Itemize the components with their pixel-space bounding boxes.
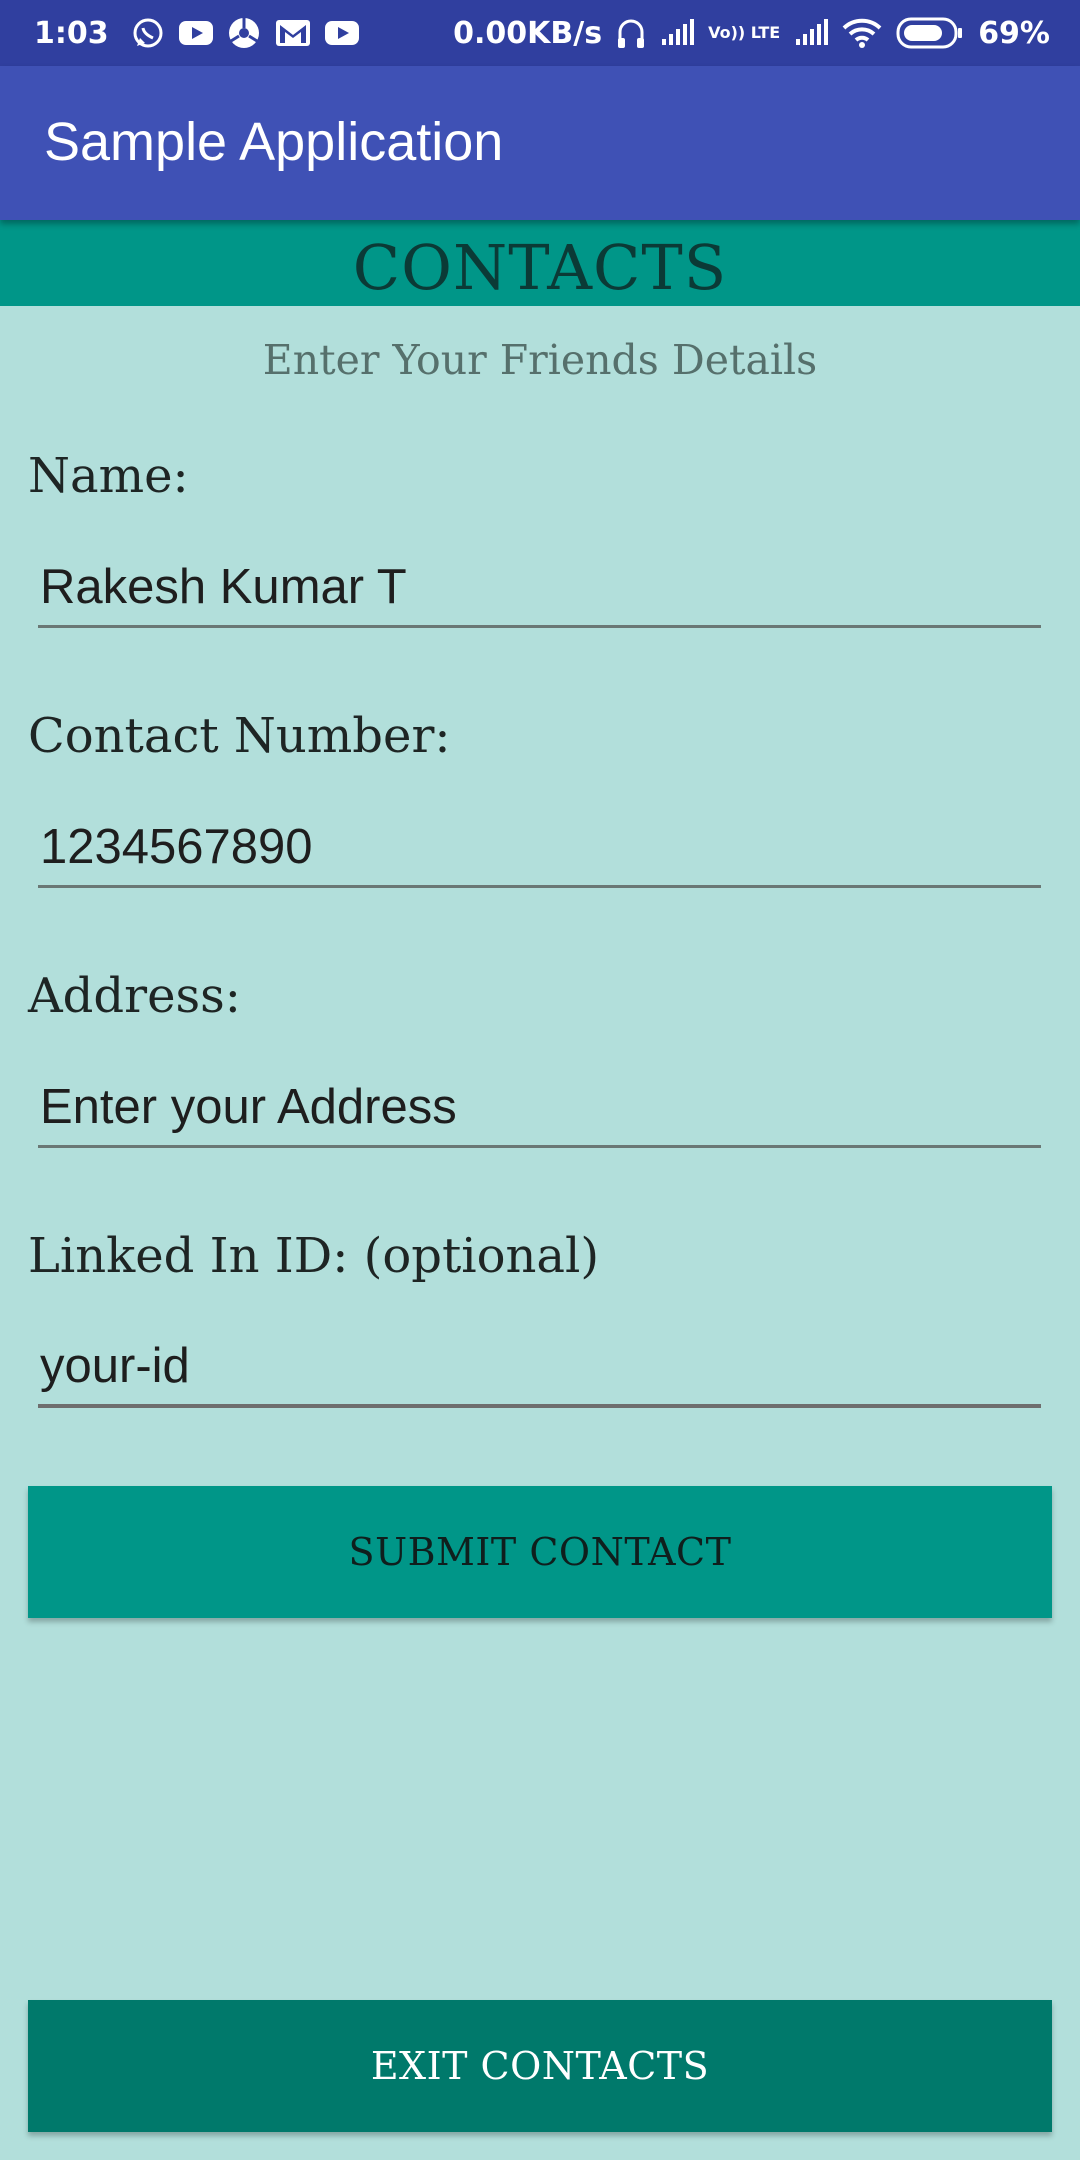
gmail-icon — [275, 19, 311, 47]
chrome-icon — [227, 16, 261, 50]
address-field[interactable] — [38, 1068, 1041, 1148]
status-bar: 1:03 0.00KB/s Vo)) LTE 69% — [0, 0, 1080, 66]
page-title: CONTACTS — [352, 230, 728, 304]
exit-contacts-button[interactable]: EXIT CONTACTS — [28, 2000, 1052, 2132]
contacts-header: CONTACTS — [0, 220, 1080, 306]
youtube-icon — [178, 21, 213, 45]
headphones-icon — [616, 16, 646, 50]
signal-icon — [794, 19, 829, 47]
network-speed: 0.00KB/s — [453, 15, 603, 51]
volte-icon: Vo)) LTE — [708, 23, 781, 42]
whatsapp-icon — [131, 16, 165, 50]
submit-contact-button[interactable]: SUBMIT CONTACT — [28, 1486, 1052, 1618]
contact-number-field[interactable] — [38, 808, 1041, 888]
contact-number-label: Contact Number: — [28, 708, 451, 764]
linkedin-id-field[interactable] — [38, 1328, 1041, 1408]
status-time: 1:03 — [34, 15, 109, 51]
name-label: Name: — [28, 448, 189, 504]
status-right: 0.00KB/s Vo)) LTE 69% — [453, 16, 1050, 51]
app-bar: Sample Application — [0, 66, 1080, 220]
status-left: 1:03 — [34, 16, 359, 51]
page-subtitle: Enter Your Friends Details — [262, 336, 818, 384]
name-field[interactable] — [38, 548, 1041, 628]
linkedin-label: Linked In ID: (optional) — [28, 1228, 600, 1284]
youtube-icon — [324, 21, 359, 45]
app-title: Sample Application — [44, 112, 504, 172]
address-label: Address: — [28, 968, 241, 1024]
battery-icon — [896, 17, 964, 49]
signal-icon — [660, 19, 695, 47]
wifi-icon — [842, 18, 882, 48]
battery-percent: 69% — [978, 15, 1050, 51]
